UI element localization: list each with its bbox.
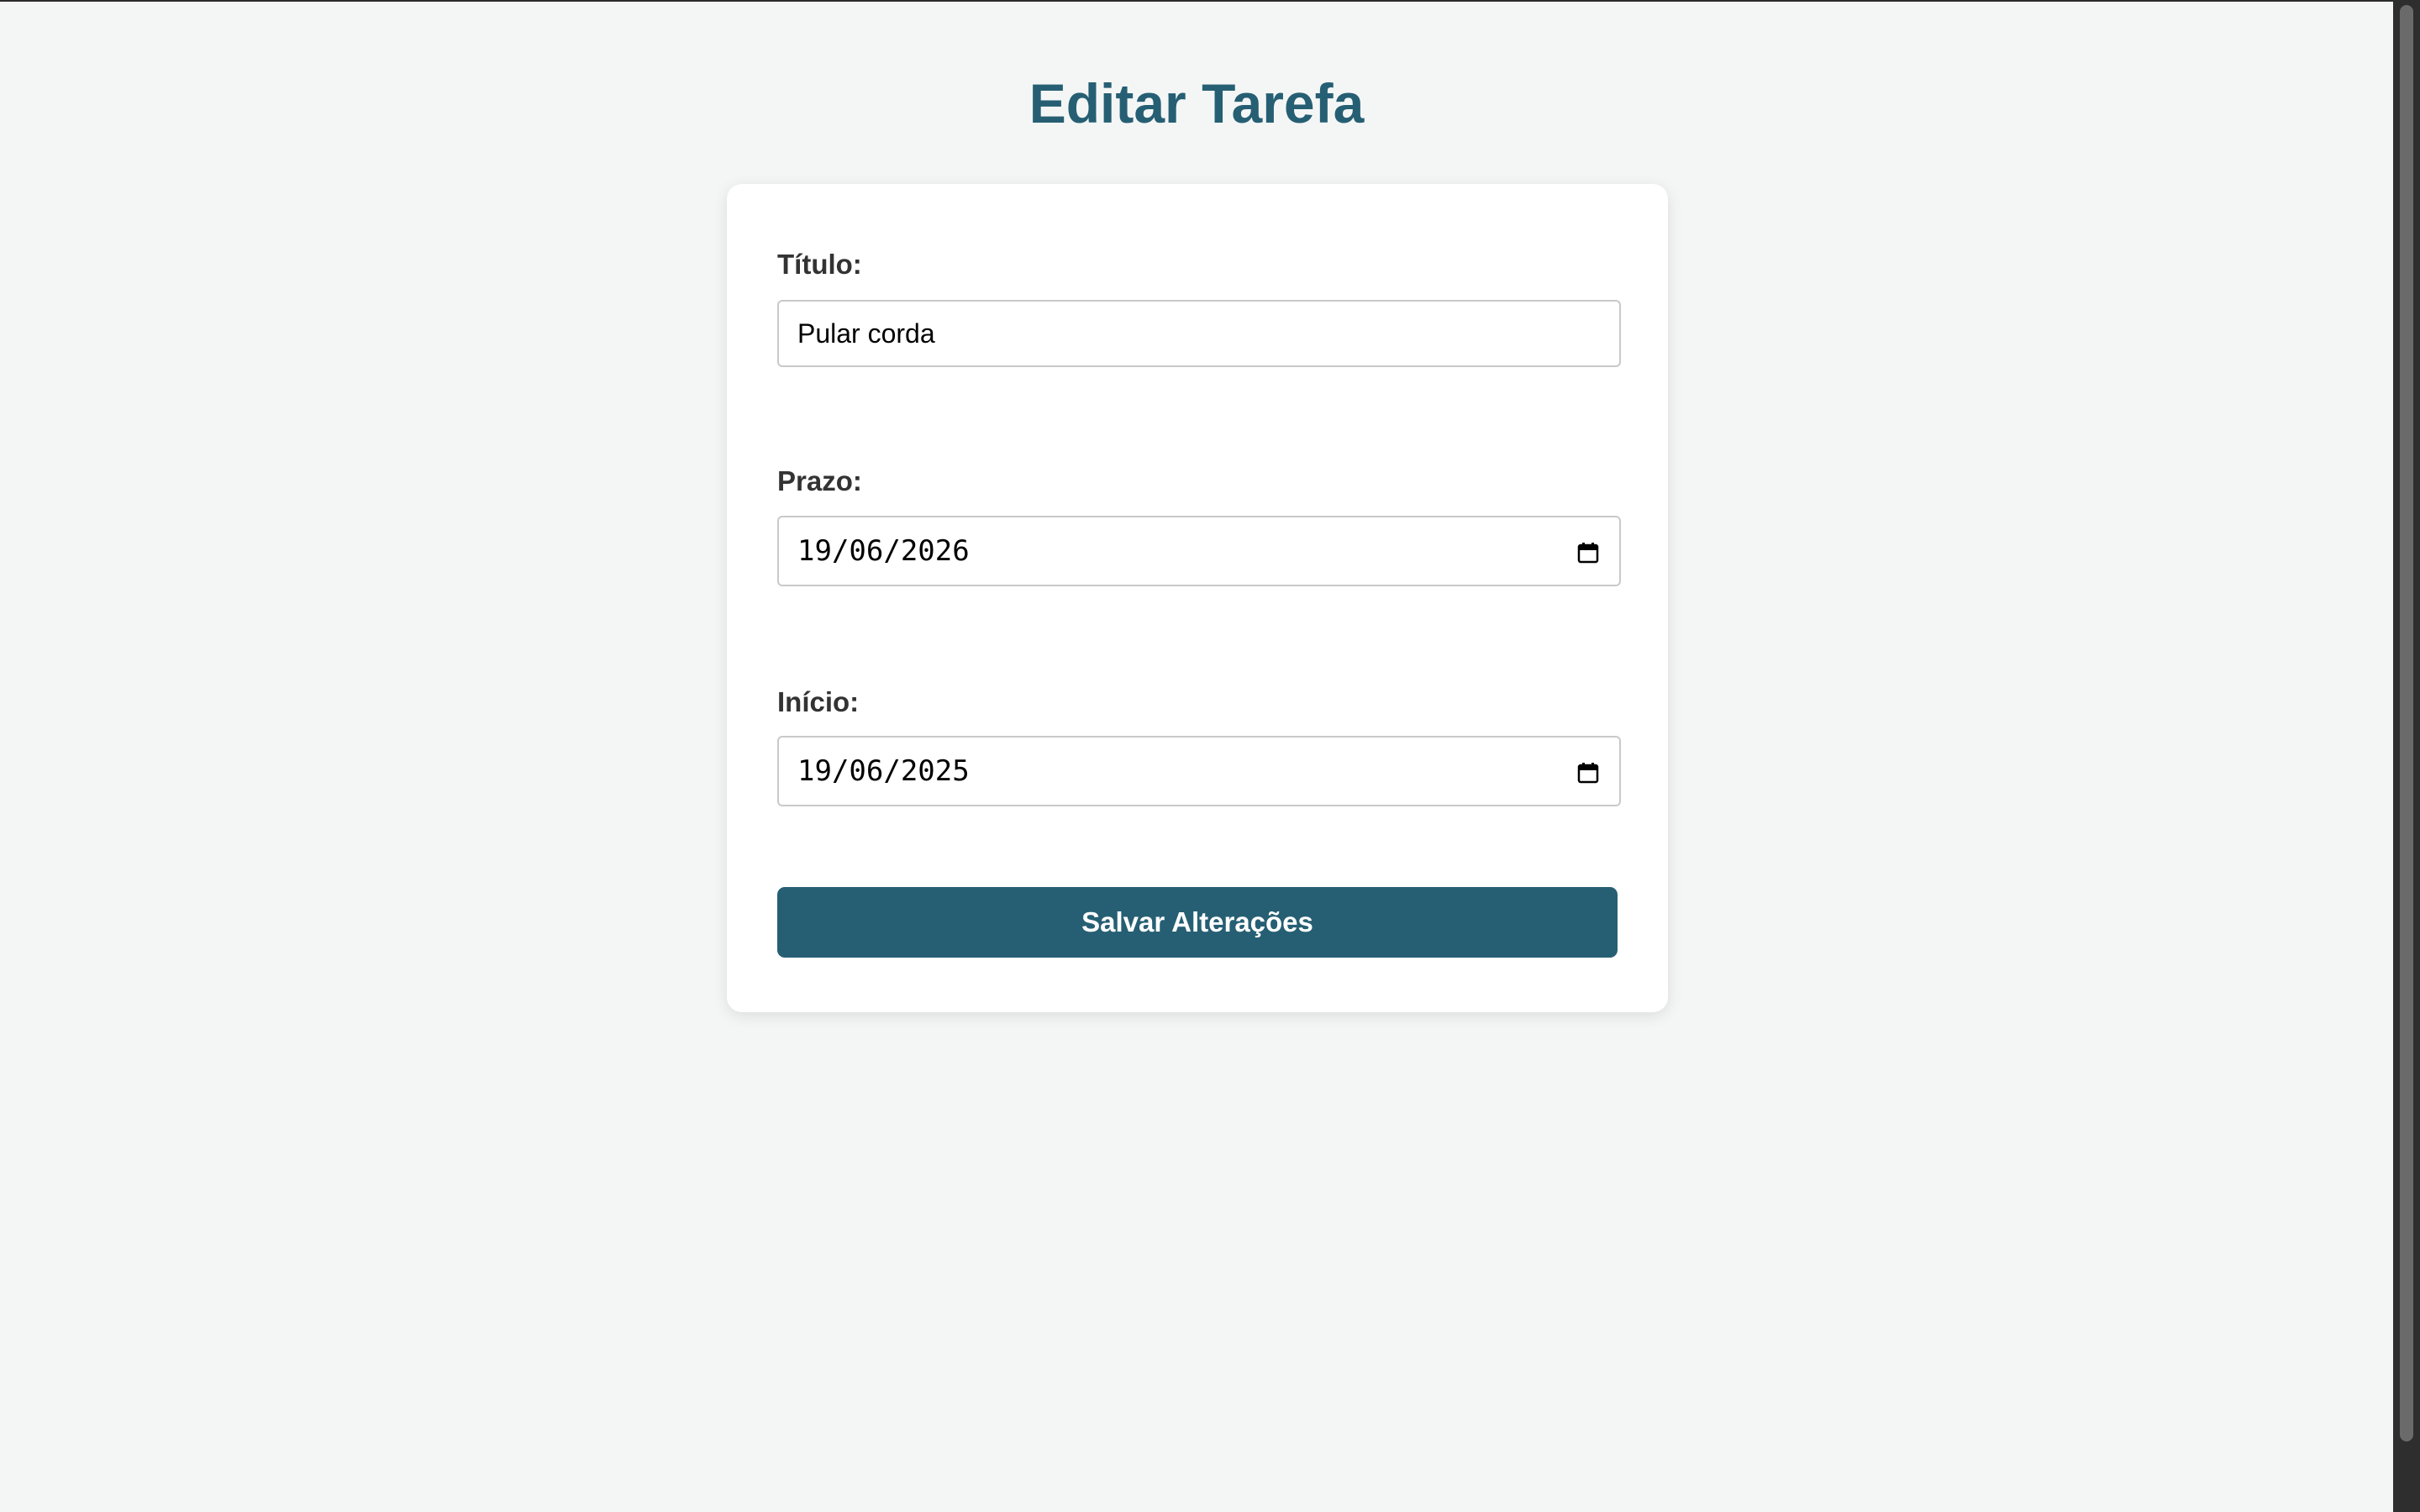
edit-task-form: Título: Pular corda Prazo: 19/06/2026 In… [727, 184, 1668, 1012]
calendar-icon[interactable] [1577, 762, 1599, 784]
start-label: Início: [777, 686, 860, 717]
scrollbar-thumb[interactable] [2400, 5, 2413, 1441]
title-label: Título: [777, 249, 862, 280]
page: Editar Tarefa Título: Pular corda Prazo:… [0, 0, 2393, 1512]
title-input[interactable]: Pular corda [777, 300, 1621, 367]
deadline-label: Prazo: [777, 465, 862, 496]
calendar-icon[interactable] [1577, 542, 1599, 564]
start-date-input[interactable]: 19/06/2025 [777, 736, 1621, 806]
page-title: Editar Tarefa [1028, 72, 1365, 134]
save-changes-button[interactable]: Salvar Alterações [777, 887, 1618, 958]
deadline-date-input[interactable]: 19/06/2026 [777, 516, 1621, 586]
vertical-scrollbar[interactable] [2393, 0, 2420, 1512]
start-date-value: 19/06/2025 [797, 754, 970, 788]
deadline-date-value: 19/06/2026 [797, 534, 970, 568]
title-input-value: Pular corda [797, 318, 935, 349]
